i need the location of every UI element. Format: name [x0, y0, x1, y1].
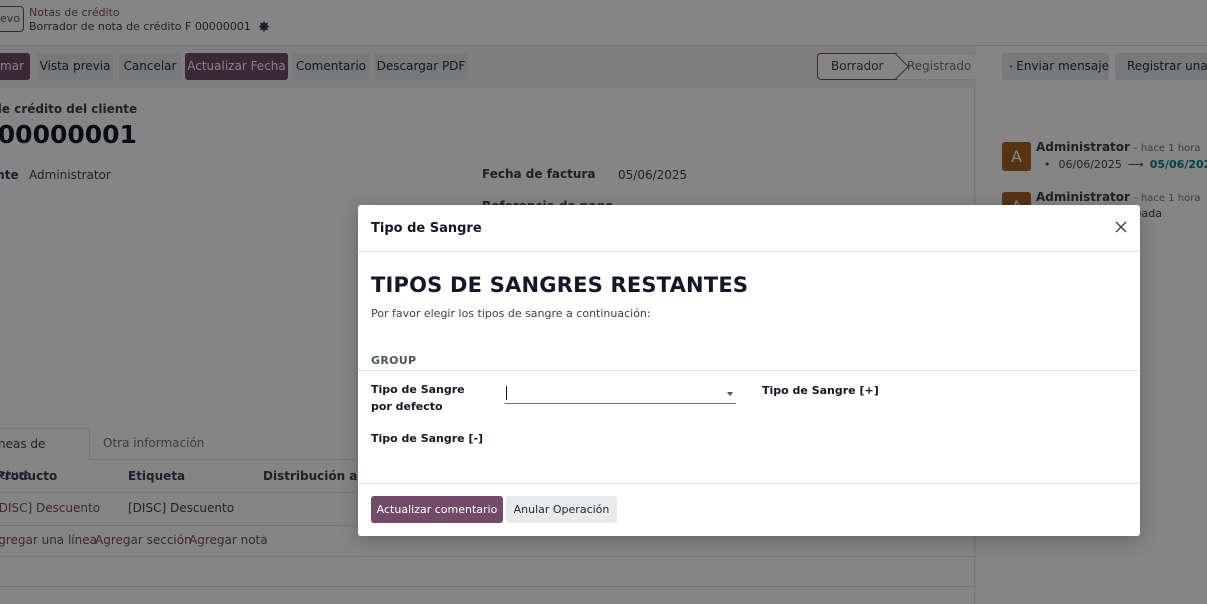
- dialog-instructions: Por favor elegir los tipos de sangre a c…: [371, 307, 651, 320]
- negative-blood-type-label: Tipo de Sangre [-]: [371, 432, 484, 445]
- dialog-heading: TIPOS DE SANGRES RESTANTES: [371, 273, 749, 297]
- cancel-operation-button[interactable]: Anular Operación: [506, 496, 617, 523]
- default-blood-type-label: Tipo de Sangre por defecto: [371, 383, 465, 413]
- update-comment-button[interactable]: Actualizar comentario: [371, 496, 503, 523]
- modal-header: Tipo de Sangre: [358, 205, 1140, 252]
- footer-divider: [358, 483, 1140, 484]
- group-divider: [358, 370, 1140, 371]
- modal-title: Tipo de Sangre: [371, 221, 482, 236]
- text-cursor: [506, 386, 507, 400]
- caret-down-icon[interactable]: [727, 392, 733, 396]
- default-blood-type-select[interactable]: [505, 385, 736, 404]
- positive-blood-type-label: Tipo de Sangre [+]: [762, 384, 879, 397]
- blood-type-dialog: Tipo de Sangre TIPOS DE SANGRES RESTANTE…: [358, 205, 1140, 536]
- close-icon[interactable]: [1113, 219, 1129, 235]
- group-title: GROUP: [371, 354, 417, 367]
